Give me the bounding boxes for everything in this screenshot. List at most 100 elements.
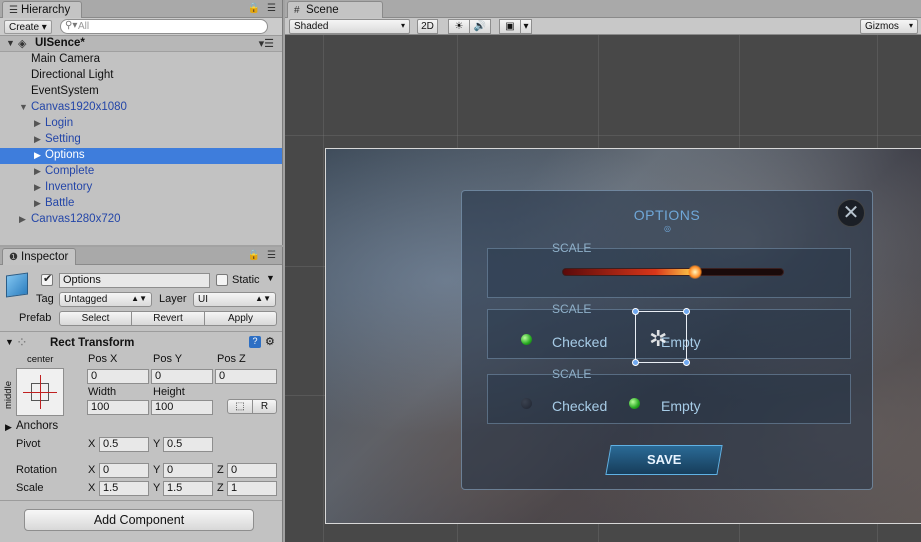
static-checkbox[interactable] <box>216 274 228 286</box>
rotation-x-field[interactable]: 0 <box>99 463 149 478</box>
anchor-preset-button[interactable] <box>16 368 64 416</box>
hierarchy-item[interactable]: EventSystem <box>0 84 282 100</box>
collapse-arrow-icon[interactable]: ▼ <box>19 102 28 112</box>
divider <box>0 331 282 332</box>
shading-mode-dropdown[interactable]: Shaded ▾ <box>289 19 410 34</box>
hierarchy-item[interactable]: ▶ Login <box>0 116 282 132</box>
collapse-arrow-icon[interactable]: ▼ <box>5 337 14 347</box>
hierarchy-item-selected[interactable]: ▶ Options <box>0 148 282 164</box>
prefab-revert-button[interactable]: Revert <box>131 311 205 326</box>
scale-y-field[interactable]: 1.5 <box>163 481 213 496</box>
hierarchy-item[interactable]: ▶ Setting <box>0 132 282 148</box>
radio-checked-indicator[interactable] <box>521 334 532 345</box>
hierarchy-item[interactable]: ▶ Complete <box>0 164 282 180</box>
hierarchy-toolbar: Create ▾ ⚲▾ All <box>0 18 282 36</box>
radio-checked-indicator[interactable] <box>629 398 640 409</box>
prefab-select-button[interactable]: Select <box>59 311 132 326</box>
close-button[interactable]: ✕ <box>837 199 865 227</box>
expand-arrow-icon[interactable]: ▶ <box>34 166 41 177</box>
lock-icon[interactable]: 🔒 <box>248 3 260 14</box>
resize-handle[interactable] <box>632 359 639 366</box>
scale-x-field[interactable]: 1.5 <box>99 481 149 496</box>
effects-dropdown[interactable]: ▾ <box>520 19 532 34</box>
scene-panel: # Scene Shaded ▾ 2D ☀ 🔊 ▣ ▾ Gizmos ▾ OPTION… <box>285 0 921 542</box>
speaker-icon: 🔊 <box>473 21 487 32</box>
resize-handle[interactable] <box>632 308 639 315</box>
pivot-y-field[interactable]: 0.5 <box>163 437 213 452</box>
pos-z-field[interactable]: 0 <box>215 369 277 384</box>
hierarchy-item[interactable]: ▶ Battle <box>0 196 282 212</box>
create-button[interactable]: Create ▾ <box>4 20 52 34</box>
expand-arrow-icon[interactable]: ▼ <box>6 38 15 48</box>
resize-handle[interactable] <box>683 308 690 315</box>
image-icon: ▣ <box>505 21 515 32</box>
pos-y-field[interactable]: 0 <box>151 369 213 384</box>
lighting-toggle[interactable]: ☀ <box>448 19 470 34</box>
width-field[interactable]: 100 <box>87 400 149 415</box>
option-checked-label[interactable]: Checked <box>552 334 607 350</box>
scale-slider[interactable] <box>562 265 784 279</box>
expand-arrow-icon[interactable]: ▶ <box>34 118 41 129</box>
tag-dropdown[interactable]: Untagged ▲▼ <box>59 292 152 307</box>
height-field[interactable]: 100 <box>151 400 213 415</box>
layer-dropdown[interactable]: UI ▲▼ <box>193 292 276 307</box>
rotation-z-field[interactable]: 0 <box>227 463 277 478</box>
expand-arrow-icon[interactable]: ▶ <box>34 198 41 209</box>
expand-arrow-icon[interactable]: ▶ <box>34 182 41 193</box>
help-icon[interactable]: ? <box>249 336 261 348</box>
scale-section-slider: SCALE <box>487 241 851 298</box>
audio-toggle[interactable]: 🔊 <box>469 19 491 34</box>
pos-x-field[interactable]: 0 <box>87 369 149 384</box>
rotation-y-field[interactable]: 0 <box>163 463 213 478</box>
gizmos-dropdown[interactable]: Gizmos ▾ <box>860 19 918 34</box>
grid-line <box>285 135 921 136</box>
anchor-gizmo-icon[interactable]: ✲ <box>649 326 667 352</box>
expand-arrow-icon[interactable]: ▶ <box>34 150 41 161</box>
canvas-rect[interactable]: OPTIONS ◎ ✕ SCALE SCALE Checked Empty SC… <box>325 148 921 524</box>
mode-2d-button[interactable]: 2D <box>417 19 438 34</box>
tab-scene[interactable]: # Scene <box>287 1 383 18</box>
hierarchy-search-input[interactable]: ⚲▾ All <box>60 19 268 34</box>
radio-unchecked-indicator[interactable] <box>521 398 532 409</box>
add-component-button[interactable]: Add Component <box>24 509 254 531</box>
hierarchy-item[interactable]: Main Camera <box>0 52 282 68</box>
scene-viewport[interactable]: OPTIONS ◎ ✕ SCALE SCALE Checked Empty SC… <box>285 35 921 542</box>
option-empty-label[interactable]: Empty <box>661 398 701 414</box>
dropdown-arrow-icon: ▾ <box>908 21 913 30</box>
save-button[interactable]: SAVE <box>605 445 723 475</box>
hierarchy-item[interactable]: Directional Light <box>0 68 282 84</box>
resize-handle[interactable] <box>683 359 690 366</box>
anchor-cross-v <box>40 375 41 409</box>
static-dropdown-icon[interactable]: ▼ <box>266 273 275 283</box>
lock-icon[interactable]: 🔒 <box>248 250 260 261</box>
tab-hierarchy[interactable]: ☰ Hierarchy <box>2 1 82 18</box>
scene-menu-icon[interactable]: ▾☰ <box>259 37 274 50</box>
options-panel[interactable]: OPTIONS ◎ ✕ SCALE SCALE Checked Empty SC… <box>461 190 873 490</box>
expand-arrow-icon[interactable]: ▶ <box>34 134 41 145</box>
object-name-field[interactable]: Options <box>59 273 210 288</box>
raw-edit-button[interactable]: R <box>252 399 277 414</box>
tab-inspector[interactable]: ❶ Inspector <box>2 248 76 265</box>
gear-icon[interactable]: ⚙ <box>265 335 275 348</box>
search-icon: ⚲▾ <box>65 20 78 31</box>
hierarchy-item[interactable]: ▶ Canvas1280x720 <box>0 212 282 228</box>
effects-toggle[interactable]: ▣ <box>499 19 521 34</box>
prefab-apply-button[interactable]: Apply <box>204 311 277 326</box>
expand-arrow-icon[interactable]: ▶ <box>19 214 26 225</box>
options-title: OPTIONS <box>633 207 701 223</box>
panel-menu-icon[interactable]: ☰ <box>267 3 276 14</box>
hierarchy-item[interactable]: ▼ Canvas1920x1080 <box>0 100 282 116</box>
active-checkbox[interactable] <box>41 272 53 286</box>
blueprint-mode-button[interactable]: ⬚ <box>227 399 253 414</box>
option-checked-label[interactable]: Checked <box>552 398 607 414</box>
slider-handle[interactable] <box>688 265 702 279</box>
expand-arrow-icon[interactable]: ▶ <box>5 422 12 433</box>
pivot-x-field[interactable]: 0.5 <box>99 437 149 452</box>
scene-root-row[interactable]: ▼ ◈ UISence* ▾☰ <box>0 36 282 52</box>
panel-menu-icon[interactable]: ☰ <box>267 250 276 261</box>
scale-z-field[interactable]: 1 <box>227 481 277 496</box>
divider <box>0 500 282 501</box>
hierarchy-tabbar: ☰ Hierarchy 🔒 ☰ <box>0 0 282 18</box>
grid-icon: # <box>294 5 300 16</box>
hierarchy-item[interactable]: ▶ Inventory <box>0 180 282 196</box>
